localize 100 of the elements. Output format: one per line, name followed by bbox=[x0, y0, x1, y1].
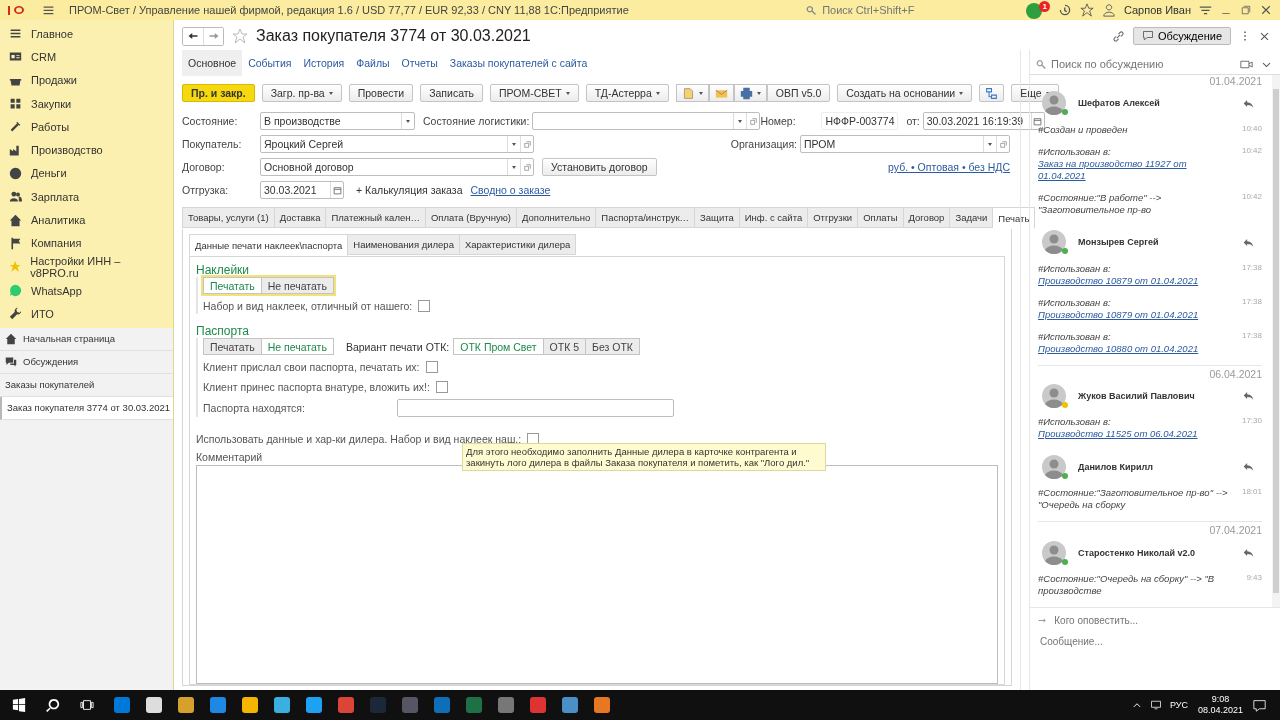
document-link[interactable]: Производство 11525 от 06.04.2021 bbox=[1038, 428, 1232, 441]
app-icon[interactable] bbox=[146, 697, 162, 713]
tab[interactable]: Данные печати наклеек\паспорта bbox=[189, 234, 349, 256]
app-icon[interactable] bbox=[114, 697, 130, 713]
tab[interactable]: Задачи bbox=[950, 207, 994, 228]
toggle-option[interactable]: Не печатать bbox=[261, 338, 334, 355]
sidebar-item[interactable]: Аналитика bbox=[0, 208, 173, 232]
clock-date[interactable]: 08.04.2021 bbox=[1197, 705, 1243, 716]
sidebar-item[interactable]: Деньги bbox=[0, 161, 173, 186]
tab[interactable]: Договор bbox=[903, 207, 951, 228]
toolbar-button[interactable]: Записать bbox=[420, 84, 484, 102]
network-icon[interactable] bbox=[1149, 699, 1162, 711]
customer-field[interactable]: Яроцкий Сергей bbox=[260, 135, 534, 153]
tab[interactable]: Наименования дилера bbox=[348, 234, 460, 255]
open-window-item[interactable]: Обсуждения bbox=[0, 350, 173, 374]
dropdown-button[interactable]: Создать на основании bbox=[837, 84, 973, 102]
summary-link[interactable]: Сводно о заказе bbox=[470, 184, 551, 196]
app-icon[interactable] bbox=[402, 697, 418, 713]
dropdown-button[interactable]: ПРОМ-СВЕТ bbox=[490, 84, 579, 102]
price-type-link[interactable]: руб. • Оптовая • без НДС bbox=[888, 161, 1010, 173]
state-select[interactable]: В производстве bbox=[260, 112, 415, 130]
toggle-option[interactable]: ОТК 5 bbox=[543, 338, 587, 355]
language-indicator[interactable]: РУС bbox=[1169, 700, 1188, 710]
tab[interactable]: Оплата (Вручную) bbox=[425, 207, 517, 228]
section-tab[interactable]: События bbox=[242, 50, 298, 76]
section-tab[interactable]: Отчеты bbox=[395, 50, 444, 76]
app-icon[interactable] bbox=[306, 697, 322, 713]
number-field[interactable]: НФФР-003774 bbox=[821, 112, 899, 130]
document-link[interactable]: Заказ на производство 11927 от 01.04.2021 bbox=[1038, 157, 1232, 182]
contract-field[interactable]: Основной договор bbox=[260, 158, 534, 176]
app-icon[interactable] bbox=[466, 697, 482, 713]
close-icon[interactable] bbox=[1260, 4, 1272, 16]
open-icon[interactable] bbox=[748, 116, 758, 126]
document-link[interactable]: Производство 10880 от 01.04.2021 bbox=[1038, 342, 1232, 355]
app-icon[interactable] bbox=[274, 697, 290, 713]
close-icon[interactable] bbox=[1259, 30, 1270, 42]
app-icon[interactable] bbox=[434, 697, 450, 713]
dropdown-button[interactable]: ТД-Астерра bbox=[585, 84, 669, 102]
windows-logo-icon[interactable] bbox=[12, 698, 26, 712]
app-icon[interactable] bbox=[338, 697, 354, 713]
sidebar-item[interactable]: Зарплата bbox=[0, 185, 173, 209]
tab[interactable]: Платежный кален… bbox=[326, 207, 426, 228]
tab[interactable]: Доставка bbox=[274, 207, 327, 228]
reply-icon[interactable] bbox=[1243, 547, 1254, 559]
app-icon[interactable] bbox=[210, 697, 226, 713]
location-field[interactable] bbox=[397, 399, 674, 417]
toolbar-button[interactable]: Провести bbox=[348, 84, 414, 102]
toggle-option[interactable]: Не печатать bbox=[261, 277, 334, 294]
document-link[interactable]: Производство 10879 от 01.04.2021 bbox=[1038, 274, 1232, 287]
structure-button[interactable] bbox=[979, 84, 1005, 102]
app-icon[interactable] bbox=[242, 697, 258, 713]
sidebar-item[interactable]: Работы bbox=[0, 115, 173, 139]
checkbox[interactable] bbox=[435, 381, 448, 393]
filter-icon[interactable] bbox=[1199, 3, 1212, 17]
section-tab[interactable]: Заказы покупателей с сайта bbox=[443, 50, 594, 76]
app-icon[interactable] bbox=[498, 697, 514, 713]
dropdown-button[interactable]: Загр. пр-ва bbox=[261, 84, 342, 102]
open-window-item[interactable]: Заказ покупателя 3774 от 30.03.2021 bbox=[0, 396, 173, 420]
reply-icon[interactable] bbox=[1243, 461, 1254, 473]
star-icon[interactable] bbox=[232, 28, 248, 44]
tab[interactable]: Отгрузки bbox=[808, 207, 859, 228]
restore-icon[interactable] bbox=[1240, 4, 1252, 16]
open-window-item[interactable]: Начальная страница bbox=[0, 327, 173, 351]
menu-icon[interactable] bbox=[42, 3, 55, 17]
message-field[interactable]: Сообщение... bbox=[1038, 635, 1276, 648]
document-link[interactable]: Производство 10879 от 01.04.2021 bbox=[1038, 308, 1232, 321]
toggle-option[interactable]: Печатать bbox=[203, 277, 262, 294]
chevron-up-icon[interactable] bbox=[1131, 700, 1142, 710]
documents-button[interactable] bbox=[675, 84, 709, 102]
tab[interactable]: Оплаты bbox=[858, 207, 904, 228]
tab[interactable]: Дополнительно bbox=[516, 207, 597, 228]
link-icon[interactable] bbox=[1111, 29, 1125, 43]
tab[interactable]: Защита bbox=[695, 207, 740, 228]
search-icon[interactable] bbox=[46, 698, 60, 712]
recipients-field[interactable]: Кого оповестить... bbox=[1052, 614, 1272, 627]
user-icon[interactable] bbox=[1101, 3, 1116, 17]
sidebar-item[interactable]: Продажи bbox=[0, 68, 173, 92]
history-icon[interactable] bbox=[1057, 3, 1072, 17]
checkbox[interactable] bbox=[418, 300, 431, 312]
toggle-option[interactable]: ОТК Пром Свет bbox=[453, 338, 544, 355]
clock-time[interactable]: 9:08 bbox=[1211, 694, 1230, 705]
toggle-option[interactable]: Без ОТК bbox=[586, 338, 640, 355]
app-icon[interactable] bbox=[178, 697, 194, 713]
task-view-icon[interactable] bbox=[80, 698, 94, 712]
open-icon[interactable] bbox=[522, 162, 532, 172]
sidebar-item[interactable]: ИТО bbox=[0, 302, 173, 326]
sidebar-item[interactable]: WhatsApp bbox=[0, 278, 173, 303]
tab[interactable]: Инф. с сайта bbox=[739, 207, 809, 228]
tab[interactable]: Печать bbox=[993, 207, 1036, 229]
shipment-date-field[interactable]: 30.03.2021 bbox=[260, 181, 344, 199]
open-window-item[interactable]: Заказы покупателей bbox=[0, 373, 173, 397]
sidebar-item[interactable]: Компания bbox=[0, 231, 173, 255]
mail-button[interactable] bbox=[708, 84, 734, 102]
notifications-icon[interactable] bbox=[1025, 2, 1042, 19]
tab[interactable]: Товары, услуги (1) bbox=[182, 207, 275, 228]
organization-field[interactable]: ПРОМ bbox=[800, 135, 1010, 153]
set-contract-button[interactable]: Установить договор bbox=[542, 158, 657, 176]
app-icon[interactable] bbox=[530, 697, 546, 713]
sidebar-item[interactable]: Закупки bbox=[0, 91, 173, 116]
user-name[interactable]: Сарпов Иван bbox=[1123, 4, 1191, 16]
